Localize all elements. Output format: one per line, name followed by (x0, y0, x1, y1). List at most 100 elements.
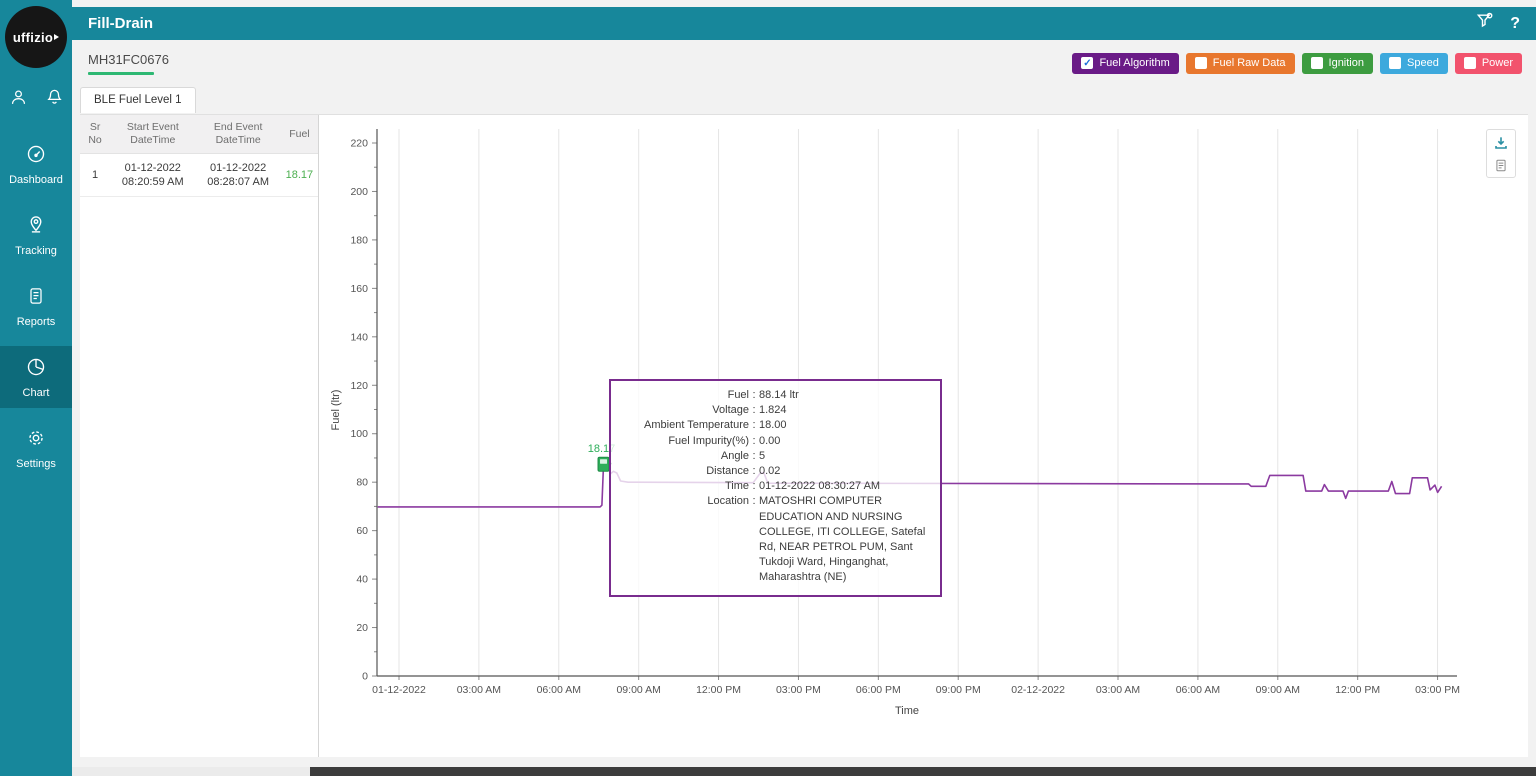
svg-text:09:00 AM: 09:00 AM (1256, 684, 1300, 696)
tracking-icon (25, 223, 47, 240)
tooltip-row: Fuel:88.14 ltr (621, 388, 930, 403)
report-document-icon[interactable] (1494, 158, 1508, 173)
col-end-event: End Event DateTime (195, 115, 280, 154)
legend-button-speed[interactable]: Speed (1380, 53, 1448, 74)
svg-text:40: 40 (356, 574, 368, 586)
sidebar-item-reports[interactable]: Reports (0, 275, 72, 337)
page-header: Fill-Drain ? (72, 7, 1536, 40)
fill-events-table: Sr No Start Event DateTime End Event Dat… (80, 115, 318, 197)
sidebar-item-label: Settings (0, 458, 72, 470)
unchecked-checkbox-icon[interactable] (1389, 57, 1401, 69)
tooltip-row: Angle:5 (621, 449, 930, 464)
svg-text:100: 100 (350, 428, 368, 440)
sidebar-item-label: Dashboard (0, 174, 72, 186)
download-icon[interactable] (1493, 135, 1509, 151)
legend-button-fuel-raw-data[interactable]: Fuel Raw Data (1186, 53, 1295, 74)
svg-text:02-12-2022: 02-12-2022 (1011, 684, 1065, 696)
svg-text:06:00 AM: 06:00 AM (1176, 684, 1220, 696)
unchecked-checkbox-icon[interactable] (1311, 57, 1323, 69)
svg-text:Time: Time (895, 705, 919, 717)
sidebar-item-settings[interactable]: Settings (0, 417, 72, 479)
active-tab-underline (88, 72, 154, 75)
checked-checkbox-icon[interactable]: ✓ (1081, 57, 1093, 69)
sidebar-item-label: Tracking (0, 245, 72, 257)
unchecked-checkbox-icon[interactable] (1195, 57, 1207, 69)
scrollbar-thumb[interactable] (310, 767, 1536, 776)
legend-label: Ignition (1329, 57, 1364, 69)
svg-text:Fuel (ltr): Fuel (ltr) (330, 390, 342, 431)
sidebar-item-chart[interactable]: Chart (0, 346, 72, 408)
svg-text:0: 0 (362, 671, 368, 683)
tooltip-row: Location:MATOSHRI COMPUTER EDUCATION AND… (621, 494, 930, 585)
svg-text:09:00 AM: 09:00 AM (616, 684, 660, 696)
legend-button-power[interactable]: Power (1455, 53, 1522, 74)
user-icon[interactable] (9, 88, 28, 107)
svg-text:120: 120 (350, 380, 368, 392)
tooltip-row: Time:01-12-2022 08:30:27 AM (621, 479, 930, 494)
svg-text:140: 140 (350, 331, 368, 343)
svg-text:06:00 PM: 06:00 PM (856, 684, 901, 696)
main-content: Fill-Drain ? MH31FC0676 ✓ Fuel Algorithm F… (72, 7, 1536, 776)
vehicle-tab[interactable]: MH31FC0676 (88, 52, 169, 75)
sidebar-item-label: Reports (0, 316, 72, 328)
legend-button-ignition[interactable]: Ignition (1302, 53, 1373, 74)
vehicle-tab-label: MH31FC0676 (88, 52, 169, 67)
cell-fuel: 18.17 (281, 154, 318, 197)
legend-button-fuel-algorithm[interactable]: ✓ Fuel Algorithm (1072, 53, 1178, 74)
svg-text:160: 160 (350, 283, 368, 295)
svg-text:12:00 PM: 12:00 PM (696, 684, 741, 696)
fuel-chart[interactable]: 01-12-2022 03:00 AM 06:00 AM 09:00 AM 12:00 … (319, 115, 1528, 757)
cell-end: 01-12-2022 08:28:07 AM (195, 154, 280, 197)
legend-label: Fuel Algorithm (1099, 57, 1169, 69)
legend-label: Speed (1407, 57, 1439, 69)
chart-tooltip: Fuel:88.14 ltrVoltage:1.824Ambient Tempe… (609, 379, 942, 597)
col-sr-no: Sr No (80, 115, 110, 154)
table-row[interactable]: 1 01-12-2022 08:20:59 AM 01-12-2022 08:2… (80, 154, 318, 197)
unchecked-checkbox-icon[interactable] (1464, 57, 1476, 69)
svg-text:06:00 AM: 06:00 AM (537, 684, 581, 696)
svg-text:01-12-2022: 01-12-2022 (372, 684, 426, 696)
content-card: Sr No Start Event DateTime End Event Dat… (80, 114, 1528, 757)
filter-icon[interactable] (1475, 11, 1495, 36)
svg-text:200: 200 (350, 186, 368, 198)
horizontal-scrollbar (72, 767, 1536, 776)
svg-text:220: 220 (350, 138, 368, 150)
svg-text:80: 80 (356, 477, 368, 489)
settings-icon (25, 436, 47, 453)
svg-text:09:00 PM: 09:00 PM (936, 684, 981, 696)
tooltip-row: Ambient Temperature:18.00 (621, 418, 930, 433)
tooltip-row: Fuel Impurity(%):0.00 (621, 434, 930, 449)
cell-sr: 1 (80, 154, 110, 197)
reports-icon (26, 294, 46, 311)
legend-label: Fuel Raw Data (1213, 57, 1286, 69)
svg-text:03:00 AM: 03:00 AM (1096, 684, 1140, 696)
dashboard-icon (25, 152, 47, 169)
col-fuel: Fuel (281, 115, 318, 154)
svg-text:03:00 AM: 03:00 AM (457, 684, 501, 696)
tooltip-row: Distance:0.02 (621, 464, 930, 479)
help-icon[interactable]: ? (1510, 15, 1520, 33)
legend-label: Power (1482, 57, 1513, 69)
svg-text:60: 60 (356, 525, 368, 537)
svg-text:20: 20 (356, 622, 368, 634)
sidebar-item-dashboard[interactable]: Dashboard (0, 133, 72, 195)
logo-arrow-icon (54, 34, 59, 40)
logo-text: uffizio (13, 30, 53, 45)
chart-export-panel (1486, 129, 1516, 178)
bell-icon[interactable] (45, 88, 64, 107)
chart-icon (25, 365, 47, 382)
page-title: Fill-Drain (72, 15, 153, 32)
sidebar: uffizio Dashboard Tracking Reports Chart Set… (0, 0, 72, 776)
svg-text:12:00 PM: 12:00 PM (1335, 684, 1380, 696)
svg-text:180: 180 (350, 234, 368, 246)
cell-start: 01-12-2022 08:20:59 AM (110, 154, 195, 197)
uffizio-logo[interactable]: uffizio (5, 6, 67, 68)
svg-text:03:00 PM: 03:00 PM (776, 684, 821, 696)
sidebar-item-label: Chart (0, 387, 72, 399)
tooltip-row: Voltage:1.824 (621, 403, 930, 418)
events-table-pane: Sr No Start Event DateTime End Event Dat… (80, 115, 319, 757)
col-start-event: Start Event DateTime (110, 115, 195, 154)
legend-bar: ✓ Fuel Algorithm Fuel Raw Data Ignition Spee… (1072, 53, 1522, 74)
sidebar-item-tracking[interactable]: Tracking (0, 204, 72, 266)
tab-ble-fuel-level[interactable]: BLE Fuel Level 1 (80, 87, 196, 113)
